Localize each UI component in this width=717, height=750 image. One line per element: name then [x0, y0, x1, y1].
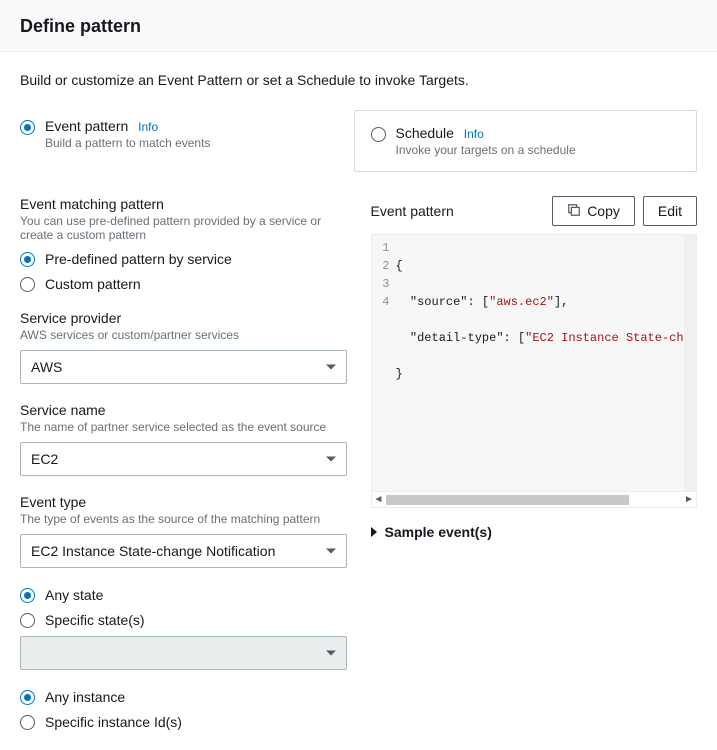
- chevron-down-icon: [326, 457, 336, 462]
- any-state-label: Any state: [45, 587, 103, 603]
- specific-instance-option[interactable]: Specific instance Id(s): [20, 713, 347, 730]
- event-type-field: Event type The type of events as the sou…: [20, 494, 347, 568]
- edit-label: Edit: [658, 203, 682, 219]
- predefined-radio[interactable]: [20, 252, 35, 267]
- event-type-sub: The type of events as the source of the …: [20, 512, 347, 526]
- scroll-left-icon[interactable]: ◄: [372, 494, 386, 505]
- sample-events-expander[interactable]: Sample event(s): [371, 524, 698, 540]
- code-content[interactable]: { "source": ["aws.ec2"], "detail-type": …: [396, 239, 697, 487]
- service-name-select[interactable]: EC2: [20, 442, 347, 476]
- service-name-title: Service name: [20, 402, 347, 418]
- any-state-radio[interactable]: [20, 588, 35, 603]
- service-provider-title: Service provider: [20, 310, 347, 326]
- event-pattern-label: Event pattern: [45, 118, 128, 134]
- rule-type-choice: Event pattern Info Build a pattern to ma…: [20, 110, 697, 172]
- event-type-title: Event type: [20, 494, 347, 510]
- page-title: Define pattern: [20, 16, 697, 37]
- schedule-info-link[interactable]: Info: [464, 127, 484, 141]
- event-pattern-sub: Build a pattern to match events: [45, 136, 210, 150]
- event-pattern-info-link[interactable]: Info: [138, 120, 158, 134]
- schedule-option[interactable]: Schedule Info Invoke your targets on a s…: [354, 110, 698, 172]
- pattern-code-panel: 1 2 3 4 { "source": ["aws.ec2"], "detail…: [371, 234, 698, 492]
- service-provider-value: AWS: [31, 359, 62, 375]
- service-name-sub: The name of partner service selected as …: [20, 420, 347, 434]
- any-instance-radio[interactable]: [20, 690, 35, 705]
- triangle-right-icon: [371, 527, 377, 537]
- any-instance-option[interactable]: Any instance: [20, 688, 347, 705]
- service-provider-select[interactable]: AWS: [20, 350, 347, 384]
- chevron-down-icon: [326, 549, 336, 554]
- matching-title: Event matching pattern: [20, 196, 347, 212]
- specific-instance-radio[interactable]: [20, 715, 35, 730]
- matching-sub: You can use pre-defined pattern provided…: [20, 214, 347, 242]
- specific-state-label: Specific state(s): [45, 612, 145, 628]
- instance-filter-group: Any instance Specific instance Id(s): [20, 688, 347, 730]
- scroll-thumb[interactable]: [386, 495, 629, 505]
- matching-pattern-group: Event matching pattern You can use pre-d…: [20, 196, 347, 292]
- event-pattern-radio[interactable]: [20, 120, 35, 135]
- schedule-radio[interactable]: [371, 127, 386, 142]
- specific-state-option[interactable]: Specific state(s): [20, 611, 347, 628]
- pattern-title: Event pattern: [371, 203, 454, 219]
- schedule-label: Schedule: [396, 125, 454, 141]
- intro-text: Build or customize an Event Pattern or s…: [20, 72, 697, 88]
- edit-button[interactable]: Edit: [643, 196, 697, 226]
- scroll-right-icon[interactable]: ►: [682, 494, 696, 505]
- any-instance-label: Any instance: [45, 689, 125, 705]
- copy-label: Copy: [587, 203, 620, 219]
- code-gutter: 1 2 3 4: [372, 239, 396, 487]
- service-name-field: Service name The name of partner service…: [20, 402, 347, 476]
- event-type-value: EC2 Instance State-change Notification: [31, 543, 275, 559]
- content-area: Build or customize an Event Pattern or s…: [0, 52, 717, 750]
- pattern-header: Event pattern Copy Edit: [371, 196, 698, 226]
- predefined-label: Pre-defined pattern by service: [45, 251, 232, 267]
- vertical-scrollbar[interactable]: [684, 235, 696, 491]
- event-type-select[interactable]: EC2 Instance State-change Notification: [20, 534, 347, 568]
- custom-label: Custom pattern: [45, 276, 141, 292]
- service-name-value: EC2: [31, 451, 58, 467]
- event-pattern-option[interactable]: Event pattern Info Build a pattern to ma…: [20, 110, 334, 172]
- specific-state-radio[interactable]: [20, 613, 35, 628]
- custom-radio[interactable]: [20, 277, 35, 292]
- any-state-option[interactable]: Any state: [20, 586, 347, 603]
- schedule-sub: Invoke your targets on a schedule: [396, 143, 576, 157]
- predefined-option[interactable]: Pre-defined pattern by service: [20, 250, 347, 267]
- horizontal-scrollbar[interactable]: ◄ ►: [371, 492, 698, 508]
- chevron-down-icon: [326, 651, 336, 656]
- service-provider-field: Service provider AWS services or custom/…: [20, 310, 347, 384]
- copy-button[interactable]: Copy: [552, 196, 635, 226]
- copy-icon: [567, 203, 581, 220]
- page-header: Define pattern: [0, 0, 717, 52]
- service-provider-sub: AWS services or custom/partner services: [20, 328, 347, 342]
- state-filter-group: Any state Specific state(s): [20, 586, 347, 670]
- chevron-down-icon: [326, 365, 336, 370]
- sample-events-label: Sample event(s): [385, 524, 492, 540]
- custom-option[interactable]: Custom pattern: [20, 275, 347, 292]
- specific-state-select: [20, 636, 347, 670]
- specific-instance-label: Specific instance Id(s): [45, 714, 182, 730]
